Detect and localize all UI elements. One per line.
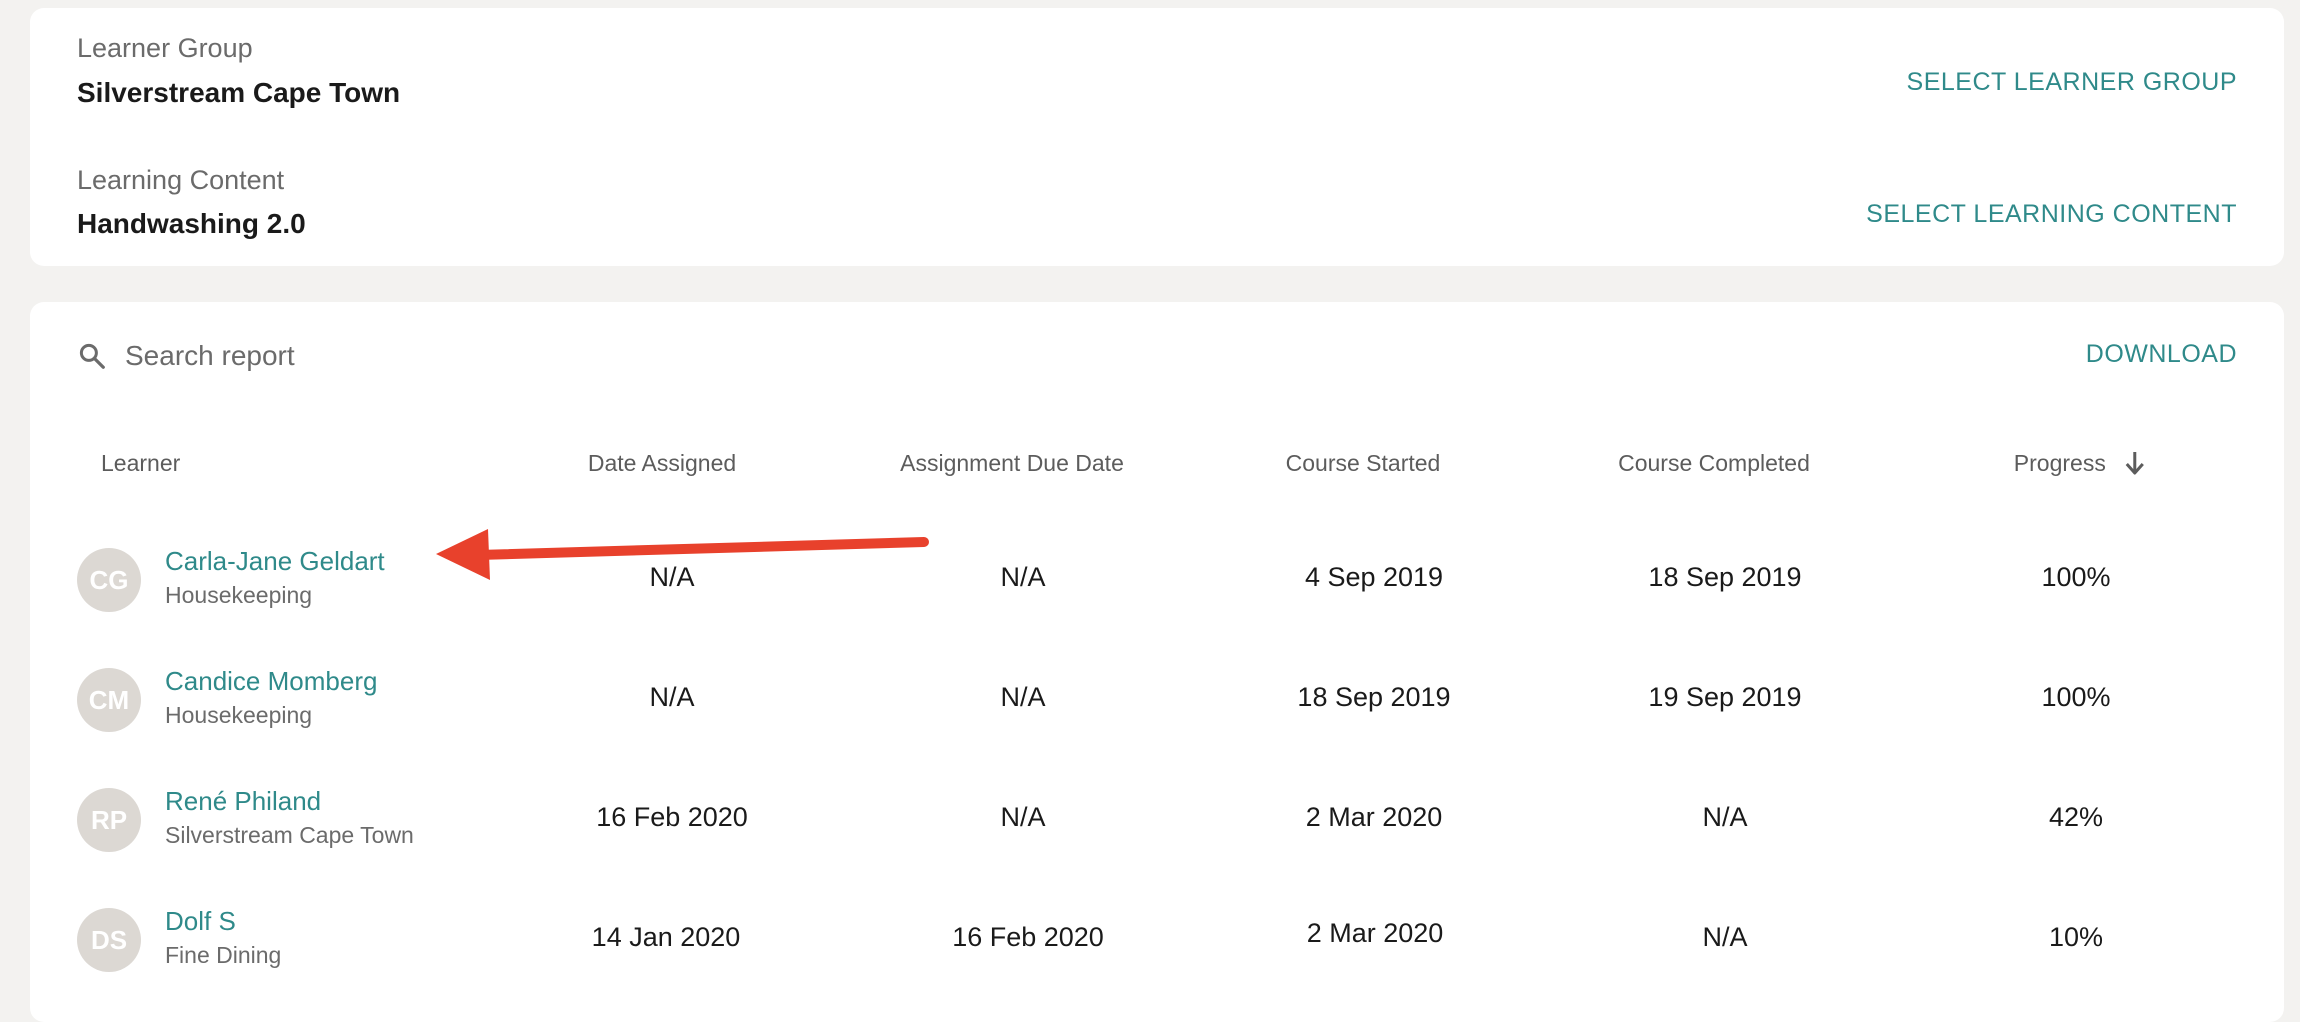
due-date-cell: N/A: [1000, 802, 1046, 832]
learner-group-value: Silverstream Cape Town: [77, 77, 401, 108]
search-bar: [77, 336, 627, 376]
avatar: CM: [77, 668, 141, 732]
course-started-cell: 4 Sep 2019: [1304, 562, 1444, 592]
course-started-cell: 18 Sep 2019: [1297, 682, 1451, 712]
download-button[interactable]: DOWNLOAD: [2086, 340, 2237, 369]
progress-cell: 10%: [2048, 922, 2104, 952]
column-header-course-completed[interactable]: Course Completed: [1618, 450, 1810, 477]
progress-cell: 100%: [2041, 682, 2111, 712]
course-completed-cell: 19 Sep 2019: [1648, 682, 1802, 712]
learner-group: Housekeeping: [165, 582, 313, 608]
learner-name-link[interactable]: Candice Momberg: [165, 666, 377, 697]
date-assigned-cell: N/A: [649, 562, 695, 592]
table-row[interactable]: CM Candice Momberg Housekeeping N/A N/A …: [30, 666, 2284, 778]
table-row[interactable]: CG Carla-Jane Geldart Housekeeping N/A N…: [30, 546, 2284, 658]
table-row[interactable]: RP René Philand Silverstream Cape Town 1…: [30, 786, 2284, 898]
learner-group: Silverstream Cape Town: [165, 822, 414, 848]
report-card: DOWNLOAD Learner Date Assigned Assignmen…: [30, 302, 2284, 1022]
progress-cell: 100%: [2041, 562, 2111, 592]
table-row[interactable]: DS Dolf S Fine Dining 14 Jan 2020 16 Feb…: [30, 906, 2284, 1018]
select-learner-group-button[interactable]: SELECT LEARNER GROUP: [1907, 68, 2237, 97]
course-completed-cell: N/A: [1702, 802, 1748, 832]
filter-card: Learner Group Silverstream Cape Town SEL…: [30, 8, 2284, 266]
learner-group: Fine Dining: [165, 942, 282, 968]
arrow-down-icon[interactable]: [2124, 450, 2146, 476]
course-completed-cell: 18 Sep 2019: [1648, 562, 1802, 592]
progress-cell: 42%: [2048, 802, 2104, 832]
learning-content-value: Handwashing 2.0: [77, 208, 306, 239]
search-input[interactable]: [123, 339, 627, 373]
learner-group-label: Learner Group: [77, 33, 253, 63]
progress-header-label: Progress: [2013, 450, 2106, 476]
date-assigned-cell: N/A: [649, 682, 695, 712]
course-started-cell: 2 Mar 2020: [1306, 918, 1444, 948]
learner-name-link[interactable]: Carla-Jane Geldart: [165, 546, 385, 577]
learner-name-link[interactable]: Dolf S: [165, 906, 236, 937]
column-header-course-started: Course Started: [1285, 450, 1441, 476]
course-completed-cell: N/A: [1702, 922, 1748, 952]
column-header-date-assigned: Date Assigned: [587, 450, 737, 476]
date-assigned-cell: 14 Jan 2020: [591, 922, 741, 952]
learner-group: Housekeeping: [165, 702, 313, 728]
column-header-due-date: Assignment Due Date: [900, 450, 1124, 476]
due-date-cell: N/A: [1000, 562, 1046, 592]
avatar: DS: [77, 908, 141, 972]
select-learning-content-button[interactable]: SELECT LEARNING CONTENT: [1866, 200, 2237, 229]
course-started-cell: 2 Mar 2020: [1305, 802, 1443, 832]
search-icon: [79, 343, 105, 369]
avatar: RP: [77, 788, 141, 852]
column-header-progress[interactable]: Progress: [2014, 450, 2146, 477]
learning-content-label: Learning Content: [77, 165, 285, 195]
due-date-cell: 16 Feb 2020: [952, 922, 1104, 952]
column-header-learner: Learner: [101, 450, 181, 476]
due-date-cell: N/A: [1000, 682, 1046, 712]
learner-name-link[interactable]: René Philand: [165, 786, 321, 817]
date-assigned-cell: 16 Feb 2020: [596, 802, 748, 832]
avatar: CG: [77, 548, 141, 612]
